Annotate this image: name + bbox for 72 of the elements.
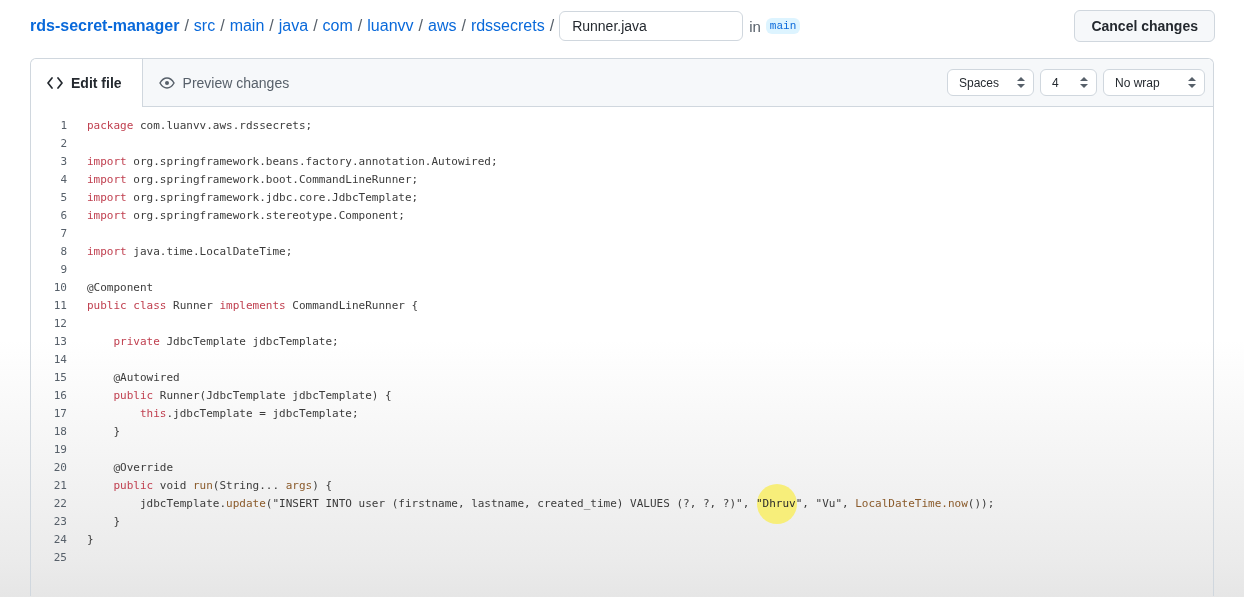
code-icon	[47, 77, 63, 89]
code-line: @Component	[87, 280, 154, 294]
repo-link[interactable]: rds-secret-manager	[30, 17, 180, 35]
code-line: }	[112, 424, 121, 438]
line-number: 19	[52, 442, 67, 456]
filename-field[interactable]: Runner.java	[559, 11, 744, 41]
line-number: 4	[59, 172, 67, 186]
line-number: 1	[59, 118, 67, 132]
code-line: public void run(String... args) {	[112, 478, 333, 492]
line-number: 22	[52, 496, 67, 510]
tab[interactable]: Preview changes	[142, 59, 308, 107]
code-line: import org.springframework.beans.factory.annotation.Autowired;	[87, 154, 498, 168]
line-number: 7	[59, 226, 67, 240]
folder-link[interactable]: luanvv	[367, 17, 414, 35]
eye-icon	[158, 77, 175, 89]
folder-link[interactable]: java	[278, 17, 309, 35]
code-line: @Autowired	[112, 370, 180, 384]
sort-arrows-icon	[1017, 77, 1025, 88]
line-number: 23	[52, 514, 67, 528]
line-number: 5	[59, 190, 67, 204]
path-separator: /	[313, 17, 318, 35]
code-line: this.jdbcTemplate = jdbcTemplate;	[138, 406, 359, 420]
line-number: 14	[52, 352, 67, 366]
line-number: 12	[52, 316, 67, 330]
sort-arrows-icon	[1188, 77, 1196, 88]
path-separator: /	[549, 17, 555, 35]
code-line: public Runner(JdbcTemplate jdbcTemplate) {	[112, 388, 392, 402]
code-line: public class Runner implements CommandLineRunner {	[87, 298, 419, 312]
code-line: import java.time.LocalDateTime;	[87, 244, 293, 258]
line-number: 8	[59, 244, 67, 258]
branch-prefix: in	[749, 17, 761, 35]
code-line: import org.springframework.stereotype.Component;	[87, 208, 405, 222]
cancel-button[interactable]: Cancel changes	[1074, 10, 1215, 42]
folder-link[interactable]: main	[229, 17, 265, 35]
dropdown[interactable]: Spaces	[947, 69, 1034, 96]
code-line: }	[87, 532, 94, 546]
line-number: 6	[59, 208, 67, 222]
path-separator: /	[418, 17, 423, 35]
branch-label: main	[765, 18, 801, 34]
folder-link[interactable]: rdssecrets	[470, 17, 545, 35]
path-separator: /	[220, 17, 225, 35]
folder-link[interactable]: aws	[428, 17, 457, 35]
line-number: 3	[59, 154, 67, 168]
code-line: }	[112, 514, 121, 528]
line-number: 20	[52, 460, 67, 474]
path-separator: /	[184, 17, 189, 35]
line-number: 11	[52, 298, 67, 312]
sort-arrows-icon	[1080, 77, 1088, 88]
path-separator: /	[461, 17, 466, 35]
line-number: 9	[59, 262, 67, 276]
code-line: import org.springframework.jdbc.core.JdbcTemplate;	[87, 190, 419, 204]
line-number: 18	[52, 424, 67, 438]
path-separator: /	[357, 17, 363, 35]
folder-link[interactable]: src	[193, 17, 216, 35]
dropdown[interactable]: No wrap	[1103, 69, 1205, 96]
line-number: 13	[52, 334, 67, 348]
code-line: import org.springframework.boot.CommandLineRunner;	[87, 172, 419, 186]
code-line: package com.luanvv.aws.rdssecrets;	[87, 118, 313, 132]
tab[interactable]: Edit file	[31, 59, 143, 107]
line-number: 21	[52, 478, 67, 492]
line-number: 2	[59, 136, 67, 150]
line-number: 24	[52, 532, 67, 546]
line-number: 25	[52, 550, 67, 564]
line-number: 16	[52, 388, 67, 402]
path-separator: /	[269, 17, 274, 35]
line-number: 17	[52, 406, 67, 420]
code-line: @Override	[112, 460, 174, 474]
code-line: private JdbcTemplate jdbcTemplate;	[112, 334, 339, 348]
dropdown[interactable]: 4	[1040, 69, 1097, 96]
line-number: 15	[52, 370, 67, 384]
folder-link[interactable]: com	[322, 17, 353, 35]
line-number: 10	[52, 280, 67, 294]
